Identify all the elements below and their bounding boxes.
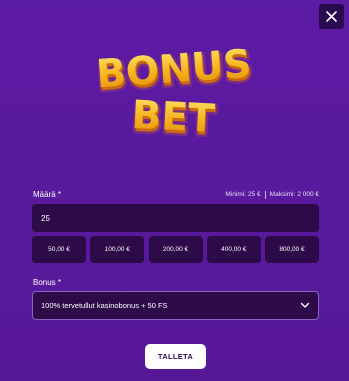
- limits-divider: [264, 190, 266, 199]
- required-mark: *: [57, 277, 62, 287]
- min-limit-value: 25 €: [248, 191, 261, 198]
- deposit-button[interactable]: TALLETA: [145, 344, 206, 369]
- bonus-label: Bonus *: [33, 276, 61, 288]
- quick-amount-button[interactable]: 400,00 €: [206, 236, 261, 263]
- min-limit-label: Minimi:: [225, 191, 247, 198]
- bonus-selected-value: 100% tervetullut kasinobonus + 50 FS: [41, 301, 168, 310]
- quick-amount-button[interactable]: 50,00 €: [32, 236, 86, 263]
- amount-limits: Minimi: 25 € Maksimi: 2 000 €: [225, 190, 319, 199]
- amount-label-row: Määrä * Minimi: 25 € Maksimi: 2 000 €: [33, 188, 319, 201]
- close-button[interactable]: [319, 4, 344, 29]
- min-limit: Minimi: 25 €: [225, 191, 260, 198]
- amount-label: Määrä *: [33, 190, 61, 199]
- deposit-modal: BONUS BONUS BET BET Määrä * Minimi: 25 €…: [0, 0, 349, 381]
- amount-label-text: Määrä: [33, 190, 56, 199]
- quick-amount-row: 50,00 € 100,00 € 200,00 € 400,00 € 800,0…: [32, 236, 319, 263]
- quick-amount-button[interactable]: 200,00 €: [148, 236, 203, 263]
- svg-text:BET: BET: [131, 93, 217, 142]
- amount-input[interactable]: 25: [32, 204, 319, 232]
- required-mark: *: [57, 190, 62, 199]
- max-limit-label: Maksimi:: [269, 191, 296, 198]
- bonus-label-text: Bonus: [33, 277, 56, 287]
- bonus-bet-logo: BONUS BONUS BET BET: [90, 42, 260, 142]
- amount-input-value: 25: [41, 213, 50, 223]
- quick-amount-button[interactable]: 800,00 €: [265, 236, 319, 263]
- close-icon: [325, 10, 338, 23]
- bonus-select[interactable]: 100% tervetullut kasinobonus + 50 FS: [32, 291, 319, 320]
- chevron-down-icon: [300, 302, 310, 309]
- quick-amount-button[interactable]: 100,00 €: [90, 236, 145, 263]
- max-limit-value: 2 000 €: [297, 191, 319, 198]
- max-limit: Maksimi: 2 000 €: [270, 191, 319, 198]
